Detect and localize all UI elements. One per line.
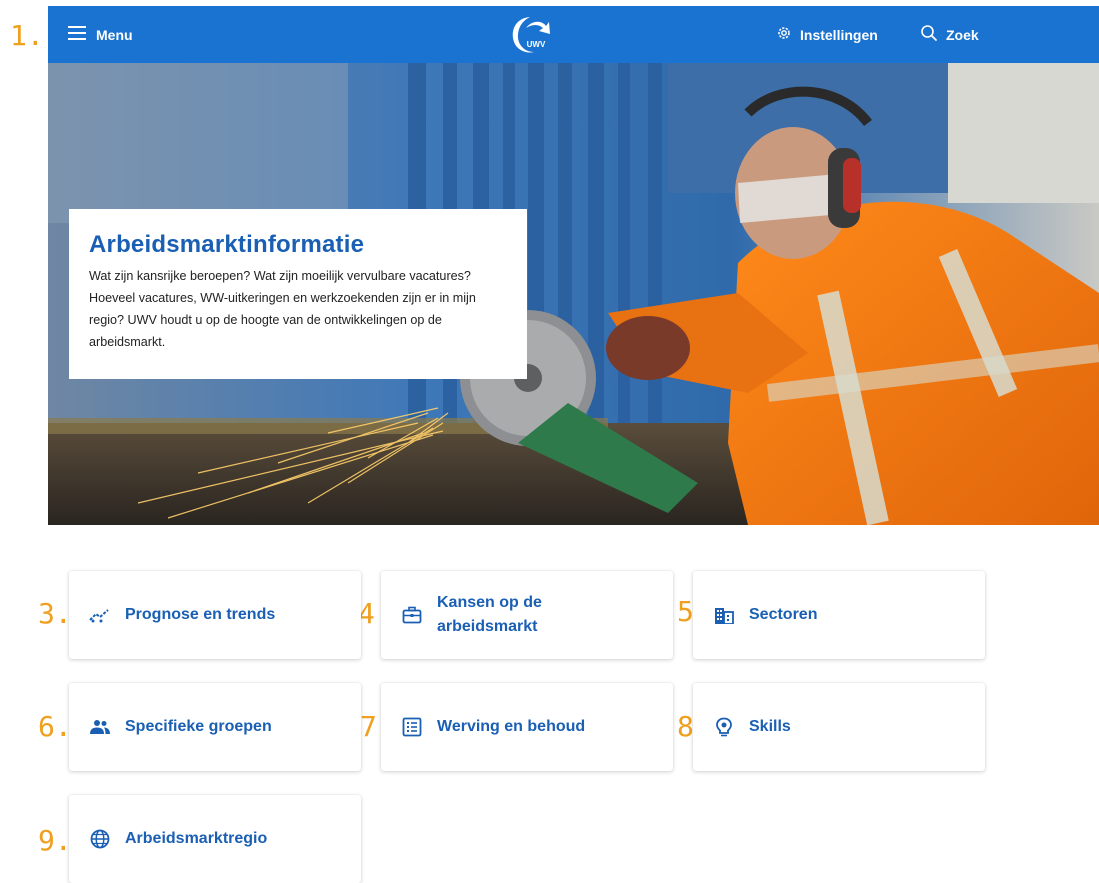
search-label: Zoek (946, 26, 979, 43)
tile-werving-en-behoud[interactable]: Werving en behoud (381, 683, 673, 771)
tile-arbeidsmarktregio[interactable]: Arbeidsmarktregio (69, 795, 361, 883)
top-navigation-bar: Menu UWV Instellingen Zoek (48, 6, 1099, 63)
globe-icon (89, 828, 111, 850)
tile-specifieke-groepen[interactable]: Specifieke groepen (69, 683, 361, 771)
list-icon (401, 716, 423, 738)
menu-label: Menu (96, 26, 133, 43)
tile-label: Skills (749, 718, 791, 735)
tile-label: Sectoren (749, 606, 818, 623)
tile-label: Kansen op de arbeidsmarkt (437, 594, 542, 635)
search-icon (920, 24, 938, 45)
annotation-number: 1. (10, 19, 44, 52)
briefcase-icon (401, 604, 423, 626)
tile-kansen-op-de-arbeidsmarkt[interactable]: Kansen op de arbeidsmarkt (381, 571, 673, 659)
tile-skills[interactable]: Skills (693, 683, 985, 771)
settings-button[interactable]: Instellingen (776, 6, 878, 63)
tile-prognose-en-trends[interactable]: Prognose en trends (69, 571, 361, 659)
buildings-icon (713, 604, 735, 626)
tile-label: Specifieke groepen (125, 718, 272, 735)
search-button[interactable]: Zoek (920, 6, 979, 63)
hamburger-icon (68, 26, 86, 43)
hero-banner: Arbeidsmarktinformatie Wat zijn kansrijk… (48, 63, 1099, 525)
uwv-logo[interactable]: UWV (506, 12, 552, 58)
settings-label: Instellingen (800, 26, 878, 43)
svg-text:UWV: UWV (527, 40, 546, 49)
tile-label: Arbeidsmarktregio (125, 830, 268, 847)
annotation-number: 9. (38, 824, 72, 857)
gear-icon (776, 25, 792, 44)
tile-label: Prognose en trends (125, 606, 276, 623)
people-icon (89, 716, 111, 738)
tile-label: Werving en behoud (437, 718, 586, 735)
hero-info-card: Arbeidsmarktinformatie Wat zijn kansrijk… (69, 209, 527, 379)
annotation-number: 6. (38, 710, 72, 743)
hero-description: Wat zijn kansrijke beroepen? Wat zijn mo… (89, 269, 476, 349)
page-title: Arbeidsmarktinformatie (89, 231, 365, 258)
menu-button[interactable]: Menu (68, 6, 133, 63)
lightbulb-icon (713, 716, 735, 738)
annotation-number: 3. (38, 597, 72, 630)
tile-sectoren[interactable]: Sectoren (693, 571, 985, 659)
trend-chart-icon (89, 604, 111, 626)
